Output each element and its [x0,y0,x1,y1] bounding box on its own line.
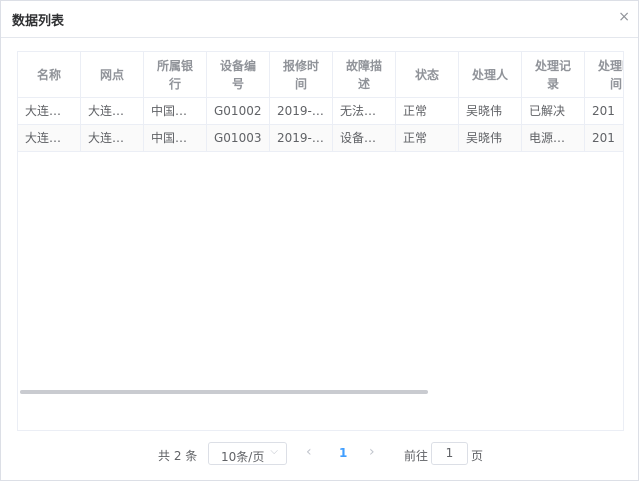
table-cell: 已解决 [522,98,585,125]
close-icon[interactable]: × [618,10,630,24]
pagination: 共 2 条 10条/页 ⌵ ‹ 1 › 前往 1 页 [1,442,640,466]
column-header[interactable]: 处理时间 [585,52,623,98]
table-cell: 大连… [81,98,144,125]
table-header-row: 名称 网点 所属银行 设备编号 报修时间 故障描述 状态 处理人 处理记录 处理… [18,52,623,98]
table-cell: 正常 [396,98,459,125]
table-cell: 大连… [18,125,81,152]
page-size-select[interactable]: 10条/页 ⌵ [208,442,287,465]
table-cell: 201 [585,125,623,152]
table-cell: 电源… [522,125,585,152]
column-header[interactable]: 网点 [81,52,144,98]
dialog-title: 数据列表 [12,14,65,29]
page-size-value: 10条/页 [221,450,265,464]
column-header[interactable]: 状态 [396,52,459,98]
table-cell: 2019-… [270,125,333,152]
goto-page-input[interactable]: 1 [431,442,468,465]
horizontal-scrollbar[interactable] [20,390,428,394]
column-header[interactable]: 故障描述 [333,52,396,98]
goto-suffix: 页 [471,449,484,463]
column-header[interactable]: 报修时间 [270,52,333,98]
table-cell: 吴晓伟 [459,125,522,152]
prev-page-button[interactable]: ‹ [306,444,312,460]
table-cell: 设备… [333,125,396,152]
table-cell: G01002 [207,98,270,125]
column-header[interactable]: 处理记录 [522,52,585,98]
column-header[interactable]: 名称 [18,52,81,98]
table-cell: 大连… [81,125,144,152]
page-number-current[interactable]: 1 [339,446,347,460]
table-cell: 2019-… [270,98,333,125]
table-cell: 中国… [144,125,207,152]
table-grid: 名称 网点 所属银行 设备编号 报修时间 故障描述 状态 处理人 处理记录 处理… [18,52,623,152]
table-cell: 中国… [144,98,207,125]
chevron-down-icon: ⌵ [270,446,278,457]
table-cell: 无法… [333,98,396,125]
column-header[interactable]: 设备编号 [207,52,270,98]
table-cell: G01003 [207,125,270,152]
table-cell: 201 [585,98,623,125]
dialog-header: 数据列表 × [1,1,638,38]
table-row[interactable]: 大连… 大连… 中国… G01002 2019-… 无法… 正常 吴晓伟 已解决… [18,98,623,125]
column-header[interactable]: 所属银行 [144,52,207,98]
total-count: 共 2 条 [158,449,198,463]
table-cell: 正常 [396,125,459,152]
data-list-dialog: 数据列表 × 名称 网点 所属银行 设备编号 报修时间 故障描述 状态 处理人 … [0,0,639,481]
goto-label: 前往 [404,449,429,463]
data-table: 名称 网点 所属银行 设备编号 报修时间 故障描述 状态 处理人 处理记录 处理… [17,51,624,431]
table-cell: 吴晓伟 [459,98,522,125]
next-page-button[interactable]: › [369,444,375,460]
column-header[interactable]: 处理人 [459,52,522,98]
table-cell: 大连… [18,98,81,125]
table-row[interactable]: 大连… 大连… 中国… G01003 2019-… 设备… 正常 吴晓伟 电源…… [18,125,623,152]
